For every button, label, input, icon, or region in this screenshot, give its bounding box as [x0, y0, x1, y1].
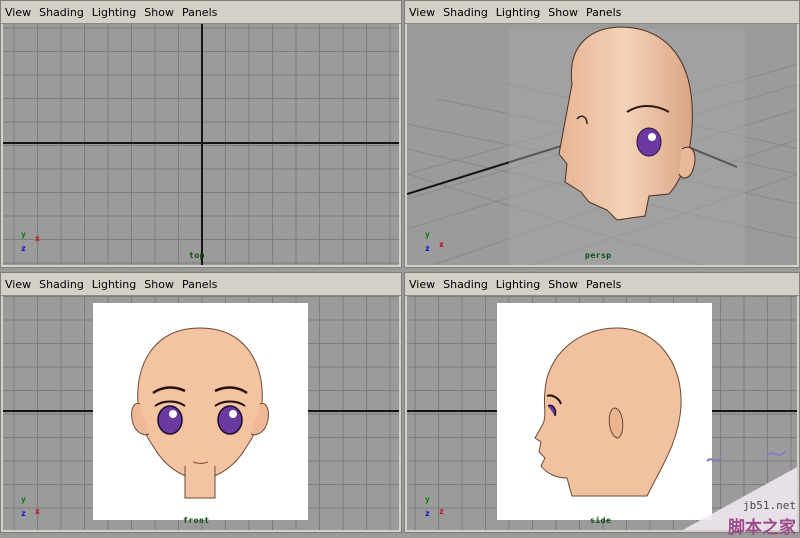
- axis-x-label: x: [35, 507, 40, 516]
- viewport-front[interactable]: y x z front: [3, 296, 399, 530]
- panel-menubar: View Shading Lighting Show Panels: [405, 273, 799, 296]
- menu-panels[interactable]: Panels: [182, 6, 217, 19]
- axis-gizmo-icon: y x z: [425, 231, 449, 257]
- menu-lighting[interactable]: Lighting: [92, 278, 136, 291]
- axis-gizmo-icon: y x z: [21, 496, 45, 522]
- viewport-panel-top: View Shading Lighting Show Panels y x z …: [0, 0, 402, 268]
- ortho-grid: [3, 296, 399, 530]
- viewport-top[interactable]: y x z top: [3, 24, 399, 265]
- watermark-site: jb51.net: [743, 499, 796, 512]
- axis-z-label: z: [439, 507, 444, 516]
- axis-z-label: z: [21, 509, 26, 518]
- panel-menubar: View Shading Lighting Show Panels: [1, 1, 401, 24]
- camera-label-front: front: [183, 516, 210, 525]
- axis-gizmo-icon: y x z: [21, 231, 45, 257]
- camera-label-persp: persp: [585, 251, 612, 260]
- menu-lighting[interactable]: Lighting: [496, 278, 540, 291]
- menu-view[interactable]: View: [5, 6, 31, 19]
- menu-view[interactable]: View: [5, 278, 31, 291]
- persp-scene: [407, 26, 797, 265]
- menu-shading[interactable]: Shading: [443, 6, 488, 19]
- viewport-panel-persp: View Shading Lighting Show Panels y x z …: [404, 0, 800, 268]
- menu-shading[interactable]: Shading: [443, 278, 488, 291]
- site-watermark: jb51.net 脚本之家: [670, 473, 800, 538]
- menu-view[interactable]: View: [409, 278, 435, 291]
- axis-gizmo-icon: y z z: [425, 496, 449, 522]
- axis-z-label: z: [425, 509, 430, 518]
- menu-panels[interactable]: Panels: [586, 6, 621, 19]
- menu-show[interactable]: Show: [548, 6, 578, 19]
- watermark-brand: 脚本之家: [728, 518, 796, 538]
- menu-show[interactable]: Show: [548, 278, 578, 291]
- menu-show[interactable]: Show: [144, 278, 174, 291]
- panel-menubar: View Shading Lighting Show Panels: [405, 1, 799, 24]
- menu-panels[interactable]: Panels: [586, 278, 621, 291]
- menu-shading[interactable]: Shading: [39, 6, 84, 19]
- viewport-panel-front: View Shading Lighting Show Panels y x z …: [0, 272, 402, 533]
- axis-z-label: z: [21, 244, 26, 253]
- menu-lighting[interactable]: Lighting: [496, 6, 540, 19]
- ortho-grid: [3, 24, 399, 265]
- menu-show[interactable]: Show: [144, 6, 174, 19]
- camera-label-top: top: [189, 251, 205, 260]
- axis-y-label: y: [425, 230, 430, 239]
- viewport-persp[interactable]: y x z persp: [407, 24, 797, 265]
- camera-label-side: side: [590, 516, 612, 525]
- axis-y-label: y: [21, 495, 26, 504]
- menu-shading[interactable]: Shading: [39, 278, 84, 291]
- panel-menubar: View Shading Lighting Show Panels: [1, 273, 401, 296]
- menu-lighting[interactable]: Lighting: [92, 6, 136, 19]
- axis-y-label: y: [425, 495, 430, 504]
- axis-y-label: y: [21, 230, 26, 239]
- axis-x-label: x: [35, 234, 40, 243]
- axis-z-label: z: [425, 244, 430, 253]
- menu-view[interactable]: View: [409, 6, 435, 19]
- axis-x-label: x: [439, 240, 444, 249]
- menu-panels[interactable]: Panels: [182, 278, 217, 291]
